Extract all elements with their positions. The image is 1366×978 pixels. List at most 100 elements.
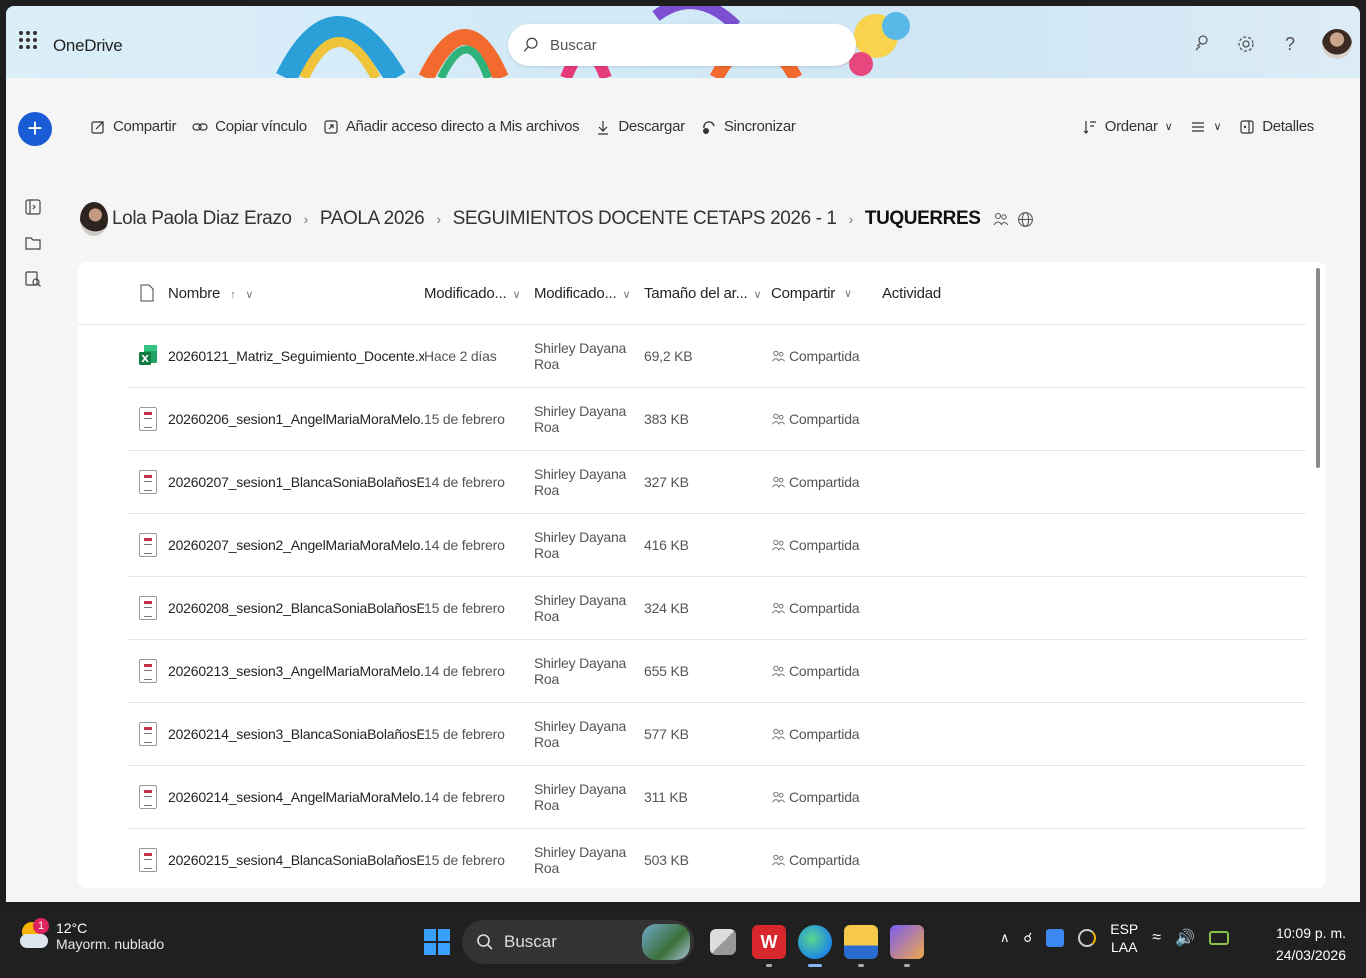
settings-gear-icon[interactable] bbox=[1234, 32, 1258, 56]
premium-diamond-icon[interactable] bbox=[1190, 32, 1214, 56]
language-indicator[interactable]: ESP LAA bbox=[1110, 920, 1138, 956]
view-options-button[interactable]: ∨ bbox=[1190, 119, 1221, 135]
file-name[interactable]: 20260207_sesion1_BlancaSoniaBolañosEsc..… bbox=[168, 474, 424, 490]
expand-nav-icon[interactable] bbox=[24, 198, 42, 216]
battery-icon[interactable] bbox=[1208, 931, 1229, 945]
file-explorer-icon[interactable] bbox=[844, 925, 878, 967]
column-header-modified-label: Modificado... bbox=[424, 284, 507, 302]
weather-widget[interactable]: 1 12°C Mayorm. nublado bbox=[18, 918, 165, 952]
breadcrumb-item-subfolder[interactable]: SEGUIMIENTOS DOCENTE CETAPS 2026 - 1 bbox=[453, 208, 837, 230]
table-row[interactable]: 20260214_sesion4_AngelMariaMoraMelo.... 1… bbox=[128, 766, 1306, 829]
breadcrumb-item-owner[interactable]: Lola Paola Diaz Erazo bbox=[112, 208, 292, 230]
search-input[interactable] bbox=[550, 36, 830, 54]
file-sharing-status[interactable]: Compartida bbox=[771, 537, 882, 553]
wps-office-icon[interactable]: W bbox=[752, 925, 786, 967]
file-sharing-status[interactable]: Compartida bbox=[771, 663, 882, 679]
search-box[interactable] bbox=[508, 24, 856, 66]
column-header-size[interactable]: Tamaño del ar... ∨ bbox=[644, 285, 771, 302]
table-row[interactable]: X 20260121_Matriz_Seguimiento_Docente.xls… bbox=[128, 325, 1306, 388]
clock[interactable]: 10:09 p. m. 24/03/2026 bbox=[1276, 922, 1346, 966]
clock-time: 10:09 p. m. bbox=[1275, 925, 1346, 941]
file-sharing-status[interactable]: Compartida bbox=[771, 852, 882, 868]
breadcrumb-item-folder[interactable]: PAOLA 2026 bbox=[320, 208, 425, 230]
file-type-column-header[interactable] bbox=[78, 284, 168, 302]
onedrive-window: OneDrive ? + Compartir Cop bbox=[6, 6, 1360, 902]
shared-people-icon bbox=[772, 665, 785, 677]
shared-people-icon bbox=[772, 476, 785, 488]
help-icon[interactable]: ? bbox=[1278, 32, 1302, 56]
wifi-icon[interactable]: ≈ bbox=[1152, 929, 1161, 947]
shared-people-icon bbox=[772, 413, 785, 425]
file-name[interactable]: 20260215_sesion4_BlancaSoniaBolañosEsc..… bbox=[168, 852, 424, 868]
svg-text:X: X bbox=[141, 354, 149, 365]
column-header-modified-by[interactable]: Modificado... ∨ bbox=[534, 285, 644, 302]
copy-link-button[interactable]: Copiar vínculo bbox=[192, 118, 307, 135]
folder-icon[interactable] bbox=[24, 234, 42, 252]
file-modified-by: Shirley Dayana Roa bbox=[534, 340, 627, 372]
share-button[interactable]: Compartir bbox=[90, 118, 176, 135]
shortcut-icon bbox=[324, 119, 338, 134]
file-name[interactable]: 20260206_sesion1_AngelMariaMoraMelo.... bbox=[168, 411, 424, 427]
left-rail bbox=[24, 198, 42, 288]
file-name[interactable]: 20260208_sesion2_BlancaSoniaBolañosEsc..… bbox=[168, 600, 424, 616]
column-header-sharing[interactable]: Compartir ∨ bbox=[771, 285, 882, 302]
taskbar-search-label: Buscar bbox=[504, 932, 557, 951]
table-row[interactable]: 20260215_sesion4_BlancaSoniaBolañosEsc..… bbox=[128, 829, 1306, 888]
app-launcher-icon[interactable] bbox=[16, 28, 40, 52]
file-name[interactable]: 20260121_Matriz_Seguimiento_Docente.xlsx bbox=[168, 348, 424, 364]
breadcrumb: Lola Paola Diaz Erazo › PAOLA 2026 › SEG… bbox=[80, 202, 1034, 236]
edge-browser-icon[interactable] bbox=[798, 925, 832, 967]
table-row[interactable]: 20260214_sesion3_BlancaSoniaBolañosEsc..… bbox=[128, 703, 1306, 766]
file-name[interactable]: 20260214_sesion3_BlancaSoniaBolañosEsc..… bbox=[168, 726, 424, 742]
column-header-name[interactable]: Nombre ↑ ∨ bbox=[168, 285, 424, 302]
start-windows-icon[interactable] bbox=[424, 929, 450, 955]
file-sharing-status[interactable]: Compartida bbox=[771, 600, 882, 616]
chevron-up-icon[interactable]: ∧ bbox=[1000, 930, 1010, 946]
download-button[interactable]: Descargar bbox=[595, 118, 685, 135]
table-row[interactable]: 20260213_sesion3_AngelMariaMoraMelo.... 1… bbox=[128, 640, 1306, 703]
add-shortcut-button[interactable]: Añadir acceso directo a Mis archivos bbox=[323, 118, 580, 135]
volume-icon[interactable]: 🔊 bbox=[1175, 928, 1195, 948]
photos-app-icon[interactable] bbox=[890, 925, 924, 967]
column-header-activity[interactable]: Actividad bbox=[882, 285, 1002, 302]
create-new-button[interactable]: + bbox=[18, 112, 52, 146]
system-tray: ∧ ☌ ESP LAA ≈ 🔊 bbox=[1000, 920, 1229, 956]
file-sharing-status[interactable]: Compartida bbox=[771, 411, 882, 427]
sync-button[interactable]: Sincronizar bbox=[701, 118, 796, 135]
table-row[interactable]: 20260206_sesion1_AngelMariaMoraMelo.... 1… bbox=[128, 388, 1306, 451]
file-name[interactable]: 20260214_sesion4_AngelMariaMoraMelo.... bbox=[168, 789, 424, 805]
file-name[interactable]: 20260213_sesion3_AngelMariaMoraMelo.... bbox=[168, 663, 424, 679]
file-size: 69,2 KB bbox=[644, 348, 693, 364]
sharing-label: Compartida bbox=[789, 789, 860, 805]
table-row[interactable]: 20260207_sesion1_BlancaSoniaBolañosEsc..… bbox=[128, 451, 1306, 514]
shared-files-icon[interactable] bbox=[24, 270, 42, 288]
notifications-off-icon[interactable]: ☌ bbox=[1024, 930, 1033, 946]
link-icon bbox=[192, 122, 208, 131]
google-drive-icon[interactable] bbox=[1046, 929, 1065, 947]
sort-button[interactable]: Ordenar ∨ bbox=[1082, 118, 1173, 135]
details-button[interactable]: Detalles bbox=[1239, 118, 1314, 135]
task-view-icon[interactable] bbox=[710, 929, 736, 955]
taskbar-search[interactable]: Buscar bbox=[462, 920, 694, 964]
file-name[interactable]: 20260207_sesion2_AngelMariaMoraMelo.... bbox=[168, 537, 424, 553]
pdf-file-icon bbox=[139, 659, 157, 683]
file-size: 311 KB bbox=[644, 789, 688, 805]
file-modified: 14 de febrero bbox=[424, 663, 505, 679]
user-avatar[interactable] bbox=[1322, 29, 1352, 59]
column-header-modified[interactable]: Modificado... ∨ bbox=[424, 285, 534, 302]
chevron-right-icon: › bbox=[436, 211, 441, 227]
pdf-file-icon bbox=[139, 470, 157, 494]
app-title[interactable]: OneDrive bbox=[53, 36, 123, 56]
table-row[interactable]: 20260208_sesion2_BlancaSoniaBolañosEsc..… bbox=[128, 577, 1306, 640]
file-sharing-status[interactable]: Compartida bbox=[771, 348, 882, 364]
sharing-label: Compartida bbox=[789, 852, 860, 868]
file-sharing-status[interactable]: Compartida bbox=[771, 726, 882, 742]
table-row[interactable]: 20260207_sesion2_AngelMariaMoraMelo.... 1… bbox=[128, 514, 1306, 577]
sync-status-icon[interactable] bbox=[1078, 929, 1097, 947]
breadcrumb-current: TUQUERRES bbox=[864, 208, 981, 229]
app-header: OneDrive ? bbox=[6, 6, 1360, 78]
file-sharing-status[interactable]: Compartida bbox=[771, 474, 882, 490]
weather-condition: Mayorm. nublado bbox=[56, 936, 165, 952]
scrollbar[interactable] bbox=[1316, 268, 1320, 468]
file-sharing-status[interactable]: Compartida bbox=[771, 789, 882, 805]
